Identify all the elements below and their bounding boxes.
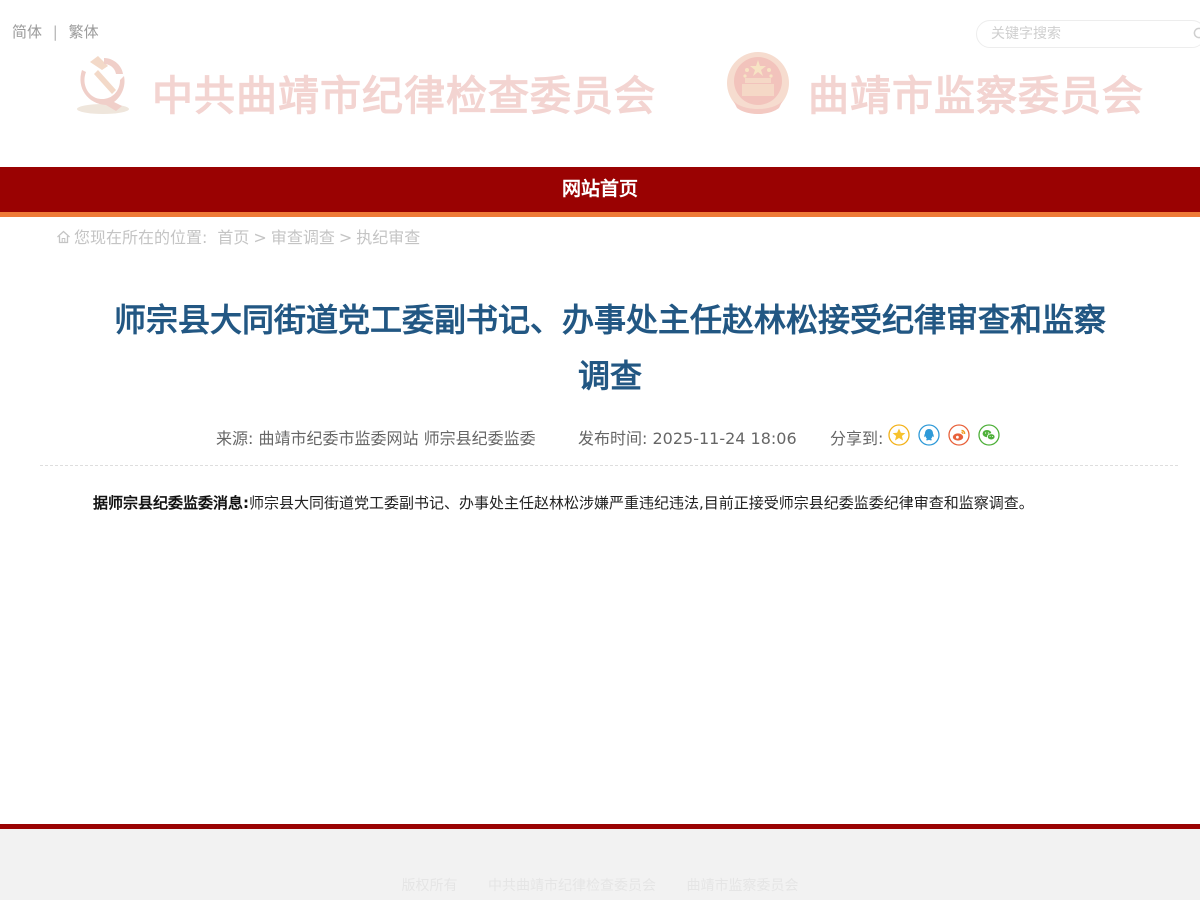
nav-home-link[interactable]: 网站首页 [0, 167, 1200, 212]
search-box [976, 20, 1200, 48]
breadcrumb: 您现在所在的位置: 首页 > 审查调查 > 执纪审查 [56, 224, 420, 248]
article-body: 据师宗县纪委监委消息:师宗县大同街道党工委副书记、办事处主任赵林松涉嫌严重违纪违… [93, 492, 1034, 513]
lang-separator: | [52, 23, 58, 41]
article-source: 来源: 曲靖市纪委市监委网站 师宗县纪委监委 [216, 429, 536, 448]
footer-copyright: 版权所有 [401, 878, 458, 894]
site-footer: 版权所有 中共曲靖市纪律检查委员会 曲靖市监察委员会 [0, 829, 1200, 900]
article-divider [40, 465, 1178, 466]
party-emblem-icon [77, 56, 129, 114]
language-switch: 简体 | 繁体 [12, 21, 99, 42]
site-title-left: 中共曲靖市纪律检查委员会 [152, 72, 656, 120]
search-input[interactable] [991, 24, 1181, 44]
footer-org-right: 曲靖市监察委员会 [686, 878, 799, 894]
breadcrumb-home-link[interactable]: 首页 [217, 228, 249, 247]
site-header: 简体 | 繁体 中共曲靖市纪律检查委员会 曲靖市监察委员会 [0, 0, 1200, 167]
article-body-lead: 据师宗县纪委监委消息: [93, 494, 249, 512]
main-nav: 网站首页 [0, 167, 1200, 212]
nav-accent-bar [0, 212, 1200, 217]
footer-text: 版权所有 中共曲靖市纪律检查委员会 曲靖市监察委员会 [0, 875, 1200, 895]
site-title-right: 曲靖市监察委员会 [808, 72, 1144, 120]
breadcrumb-separator: > [338, 228, 353, 247]
article-body-text: 师宗县大同街道党工委副书记、办事处主任赵林松涉嫌严重违纪违法,目前正接受师宗县纪… [249, 494, 1034, 512]
share-label: 分享到: [830, 429, 884, 448]
national-emblem-icon [727, 52, 789, 114]
lang-simplified-link[interactable]: 简体 [12, 21, 42, 42]
breadcrumb-subcategory-link[interactable]: 执纪审查 [356, 228, 420, 247]
article-title: 师宗县大同街道党工委副书记、办事处主任赵林松接受纪律审查和监察调查 [113, 301, 1106, 395]
footer-org-left: 中共曲靖市纪律检查委员会 [488, 878, 656, 894]
qq-icon[interactable] [918, 424, 940, 446]
breadcrumb-prefix: 您现在所在的位置: [74, 228, 208, 247]
lang-traditional-link[interactable]: 繁体 [69, 21, 99, 42]
article-publish-time: 发布时间: 2025-11-24 18:06 [578, 429, 797, 448]
breadcrumb-category-link[interactable]: 审查调查 [271, 228, 335, 247]
star-icon[interactable] [888, 424, 910, 446]
weibo-icon[interactable] [948, 424, 970, 446]
home-icon [57, 230, 70, 244]
article-meta: 来源: 曲靖市纪委市监委网站 师宗县纪委监委 发布时间: 2025-11-24 … [0, 423, 1200, 449]
breadcrumb-separator: > [253, 228, 267, 247]
wechat-icon[interactable] [978, 424, 1000, 446]
search-icon[interactable] [1193, 27, 1200, 41]
